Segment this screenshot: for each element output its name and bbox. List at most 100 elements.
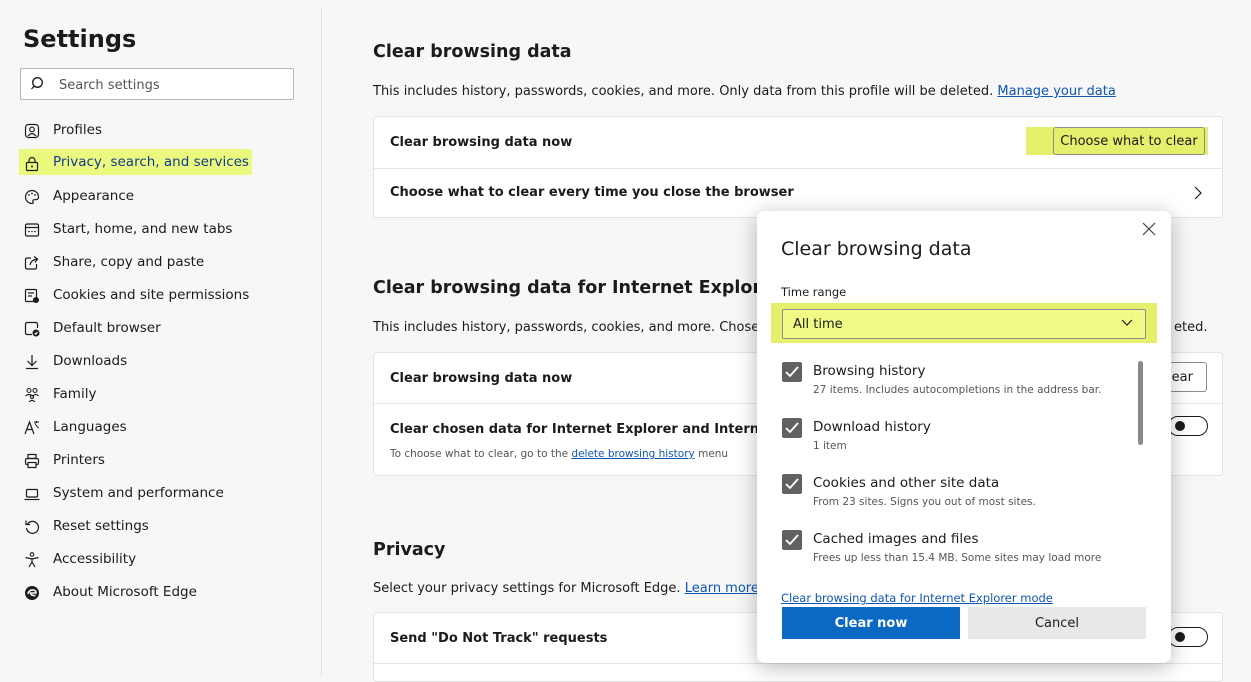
palette-icon [24, 189, 40, 205]
home-tab-icon [24, 223, 40, 237]
download-icon [26, 355, 38, 370]
clear-ie-mode-link[interactable]: Clear browsing data for Internet Explore… [781, 591, 1053, 605]
option-title: Browsing history [813, 363, 926, 379]
chevron-down-icon [1121, 319, 1133, 326]
default-browser-icon [24, 321, 40, 337]
time-range-value: All time [793, 317, 843, 332]
sidebar-item-family[interactable]: Family [19, 379, 319, 412]
cached-images-checkbox[interactable] [782, 530, 802, 550]
choose-what-to-clear-button[interactable]: Choose what to clear [1053, 127, 1205, 155]
options-scrollbar[interactable] [1138, 361, 1143, 445]
learn-more-link[interactable]: Learn more [685, 581, 759, 596]
section-desc-clear-browsing: This includes history, passwords, cookie… [373, 84, 1116, 99]
option-title: Cached images and files [813, 531, 979, 547]
languages-icon [24, 420, 40, 435]
sidebar-item-label: Start, home, and new tabs [53, 221, 233, 237]
lock-icon [25, 156, 39, 172]
sidebar-item-printers[interactable]: Printers [19, 445, 319, 478]
row-sublabel: To choose what to clear, go to the delet… [390, 448, 728, 460]
dialog-title: Clear browsing data [781, 238, 972, 260]
sidebar-item-label: Cookies and site permissions [53, 287, 250, 303]
sidebar-item-label: Printers [53, 452, 105, 468]
close-icon[interactable] [1141, 221, 1157, 237]
sidebar-item-label: Privacy, search, and services [53, 154, 249, 170]
sidebar-item-privacy[interactable]: Privacy, search, and services [19, 148, 319, 181]
section-title-clear-browsing: Clear browsing data [373, 42, 572, 62]
search-icon [31, 77, 43, 90]
divider [374, 663, 1222, 664]
sidebar-item-downloads[interactable]: Downloads [19, 346, 319, 379]
search-input[interactable] [57, 71, 291, 99]
sidebar-item-label: System and performance [53, 485, 224, 501]
reset-icon [25, 520, 40, 534]
sub-prefix: To choose what to clear, go to the [390, 448, 569, 460]
ie-choose-what-to-clear-button[interactable]: lear [1167, 362, 1207, 392]
sidebar-item-about[interactable]: About Microsoft Edge [19, 577, 319, 610]
clear-browsing-data-dialog: Clear browsing data Time range All time … [757, 211, 1171, 663]
sidebar-item-label: Reset settings [53, 518, 149, 534]
search-box[interactable] [20, 68, 294, 100]
row-label: Clear browsing data now [390, 371, 573, 386]
sidebar-item-appearance[interactable]: Appearance [19, 181, 319, 214]
cookies-icon [24, 288, 39, 303]
manage-your-data-link[interactable]: Manage your data [997, 84, 1115, 99]
option-subtitle: From 23 sites. Signs you out of most sit… [813, 496, 1036, 508]
share-icon [24, 256, 39, 270]
sidebar-item-label: Accessibility [53, 551, 137, 567]
sidebar-item-label: Appearance [53, 188, 135, 204]
sidebar-item-languages[interactable]: Languages [19, 412, 319, 445]
download-history-checkbox[interactable] [782, 418, 802, 438]
section-title-ie: Clear browsing data for Internet Explore… [373, 278, 782, 298]
chevron-right-icon [1194, 186, 1202, 200]
option-subtitle: 1 item [813, 440, 847, 452]
do-not-track-toggle[interactable] [1168, 627, 1208, 647]
sidebar-item-label: About Microsoft Edge [53, 584, 197, 600]
row-label: Send "Do Not Track" requests [390, 631, 608, 646]
desc-text: This includes history, passwords, cookie… [373, 84, 994, 99]
sidebar-item-accessibility[interactable]: Accessibility [19, 544, 319, 577]
browsing-history-checkbox[interactable] [782, 362, 802, 382]
section-desc-ie: This includes history, passwords, cookie… [373, 320, 768, 335]
desc-text: Select your privacy settings for Microso… [373, 581, 681, 596]
section-desc-privacy: Select your privacy settings for Microso… [373, 581, 759, 596]
row-label: Clear browsing data now [390, 135, 573, 150]
check-icon [785, 534, 799, 546]
sidebar-item-label: Family [53, 386, 97, 402]
sub-suffix: menu [698, 448, 729, 460]
delete-browsing-history-link[interactable]: delete browsing history [571, 448, 694, 460]
sidebar-item-default-browser[interactable]: Default browser [19, 313, 319, 346]
clear-now-button[interactable]: Clear now [782, 607, 960, 639]
sidebar-item-system[interactable]: System and performance [19, 478, 319, 511]
option-subtitle: Frees up less than 15.4 MB. Some sites m… [813, 552, 1102, 564]
check-icon [785, 422, 799, 434]
sidebar-item-share-copy-paste[interactable]: Share, copy and paste [19, 247, 319, 280]
toggle-knob [1175, 421, 1185, 431]
row-label: Choose what to clear every time you clos… [390, 185, 794, 200]
sidebar: Settings Profiles Privacy, search, and s… [7, 7, 322, 675]
option-title: Cookies and other site data [813, 475, 1000, 491]
ie-clear-on-close-toggle[interactable] [1168, 416, 1208, 436]
profile-icon [24, 123, 40, 139]
time-range-select[interactable]: All time [782, 309, 1146, 339]
section-title-privacy: Privacy [373, 540, 446, 560]
sidebar-item-profiles[interactable]: Profiles [19, 115, 319, 148]
section-desc-ie-tail: eted. [1174, 320, 1208, 335]
time-range-label: Time range [781, 285, 847, 299]
laptop-icon [24, 488, 40, 501]
settings-title: Settings [23, 25, 137, 53]
accessibility-icon [25, 552, 39, 568]
cookies-checkbox[interactable] [782, 474, 802, 494]
toggle-knob [1175, 632, 1185, 642]
cancel-button[interactable]: Cancel [968, 607, 1146, 639]
sidebar-item-label: Profiles [53, 122, 103, 138]
sidebar-item-reset[interactable]: Reset settings [19, 511, 319, 544]
sidebar-item-cookies[interactable]: Cookies and site permissions [19, 280, 319, 313]
row-label: Clear chosen data for Internet Explorer … [390, 422, 806, 437]
family-icon [25, 387, 39, 403]
check-icon [785, 478, 799, 490]
printer-icon [24, 453, 40, 469]
sidebar-item-label: Downloads [53, 353, 128, 369]
option-title: Download history [813, 419, 931, 435]
sidebar-item-start-home[interactable]: Start, home, and new tabs [19, 214, 319, 247]
edge-icon [25, 586, 39, 600]
